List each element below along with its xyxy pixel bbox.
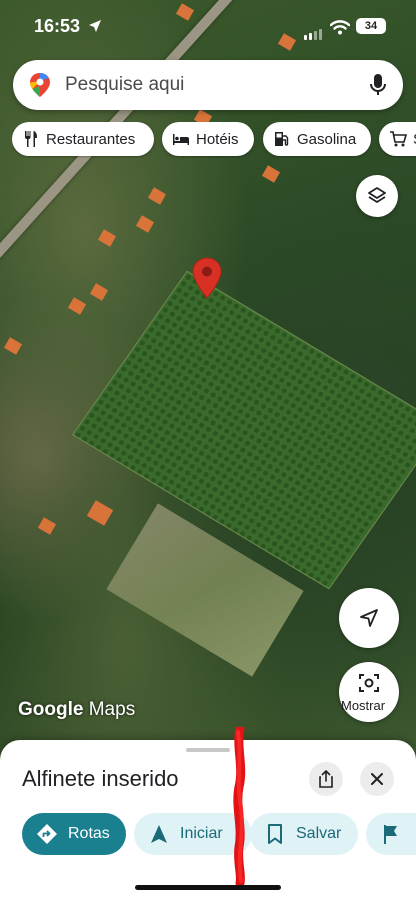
house-roof [97, 229, 117, 247]
save-label: Salvar [296, 825, 342, 842]
show-button-label: Mostrar [341, 698, 386, 713]
layers-icon [368, 187, 386, 203]
logo-google: Google [18, 699, 84, 720]
microphone-icon[interactable] [369, 73, 387, 97]
flag-icon [384, 825, 397, 844]
maps-pin-logo-icon [30, 73, 50, 97]
camera-scan-icon [359, 674, 379, 692]
start-label: Iniciar [180, 825, 223, 842]
my-location-button[interactable] [339, 588, 399, 648]
fork-knife-icon [25, 131, 37, 147]
directions-label: Rotas [68, 825, 110, 842]
search-input[interactable]: Pesquise aqui [65, 74, 184, 96]
sheet-title: Alfinete inserido [22, 766, 179, 791]
red-scribble-annotation [233, 727, 246, 885]
house-roof [261, 165, 281, 183]
home-indicator[interactable] [135, 885, 281, 890]
location-arrow-icon [89, 20, 101, 32]
chip-restaurants[interactable]: Restaurantes [12, 122, 154, 156]
house-roof [37, 517, 57, 535]
share-button[interactable] [309, 762, 343, 796]
close-button[interactable] [360, 762, 394, 796]
gas-pump-icon [275, 132, 289, 146]
directions-icon [37, 824, 57, 844]
category-chips: Restaurantes Hotéis Gasolina S [12, 122, 416, 158]
status-time: 16:53 [34, 16, 81, 36]
house-roof [147, 187, 167, 205]
show-button[interactable]: Mostrar [339, 662, 399, 722]
dropped-pin-marker[interactable] [192, 257, 222, 299]
search-bar[interactable]: Pesquise aqui [13, 60, 403, 110]
house-roof [86, 500, 114, 526]
share-icon [319, 770, 333, 788]
google-maps-logo: Google Maps [18, 699, 135, 721]
wifi-icon [330, 20, 350, 35]
battery-indicator: 34 [356, 18, 386, 34]
chip-label: Gasolina [297, 130, 357, 148]
signal-icon [304, 22, 324, 40]
chip-shopping[interactable]: S [379, 122, 416, 156]
sheet-drag-handle[interactable] [186, 748, 230, 752]
house-roof [3, 337, 23, 355]
cart-icon [390, 131, 407, 147]
place-bottom-sheet[interactable]: Alfinete inserido Rotas Iniciar Salvar [0, 740, 416, 900]
chip-label: Restaurantes [46, 130, 136, 148]
action-buttons-row: Rotas Iniciar Salvar [22, 813, 416, 855]
save-button[interactable]: Salvar [250, 813, 358, 855]
bed-icon [173, 134, 189, 145]
layers-button[interactable] [356, 175, 398, 217]
orchard-field [71, 270, 416, 590]
bookmark-icon [268, 824, 282, 844]
satellite-map[interactable] [0, 0, 416, 760]
navigation-arrow-icon [360, 609, 378, 627]
chip-hotels[interactable]: Hotéis [162, 122, 254, 156]
close-icon [371, 773, 383, 785]
navigation-arrow-icon [151, 825, 167, 843]
logo-maps: Maps [88, 699, 136, 720]
chip-label: Hotéis [196, 130, 239, 148]
status-bar: 16:53 34 [0, 0, 416, 52]
house-roof [89, 283, 109, 301]
label-button[interactable] [366, 813, 416, 855]
house-roof [67, 297, 87, 315]
house-roof [135, 215, 155, 233]
chip-gas[interactable]: Gasolina [263, 122, 371, 156]
directions-button[interactable]: Rotas [22, 813, 126, 855]
